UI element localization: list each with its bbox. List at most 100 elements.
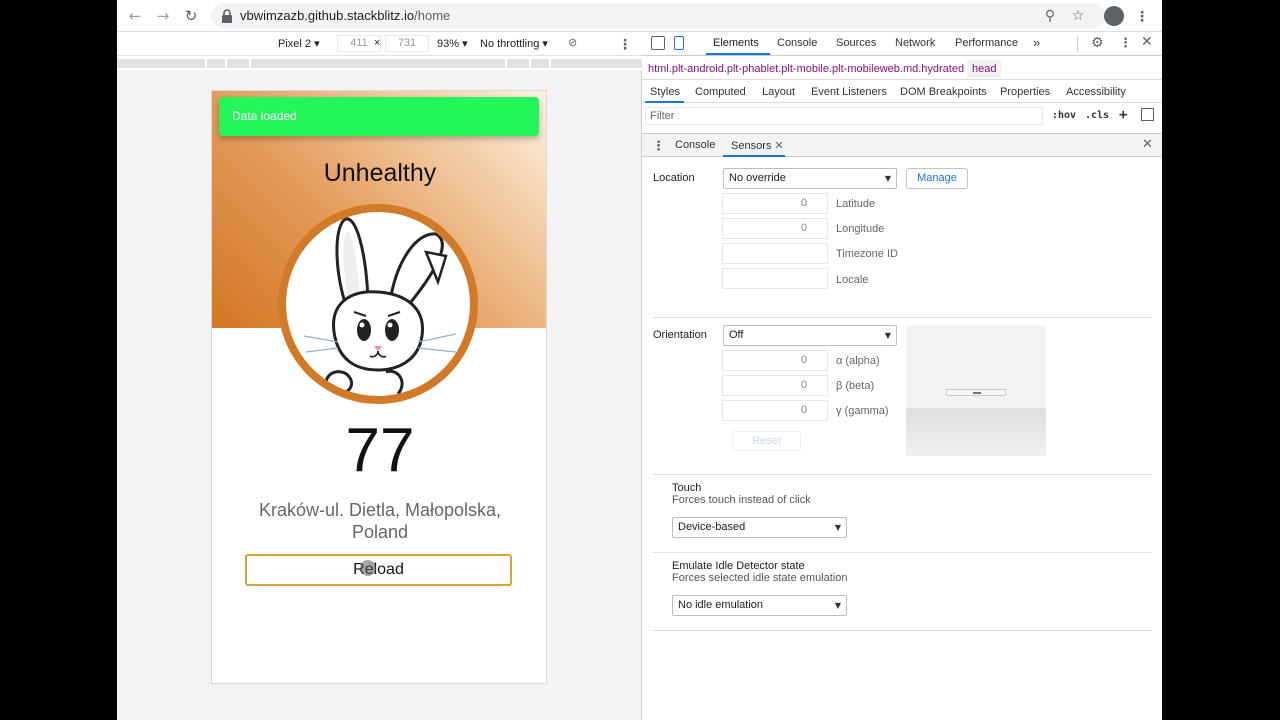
lock-icon: [222, 9, 232, 23]
idle-state-select-value: No idle emulation: [678, 599, 763, 611]
chrome-menu-icon[interactable]: ⋮: [1135, 7, 1149, 25]
active-subtab-indicator: [645, 101, 684, 103]
toggle-sidebar-icon[interactable]: [1141, 108, 1154, 121]
emulated-phone-screen: Data loaded Unhealthy 77 Kraków-ul. Diet…: [211, 90, 547, 684]
air-quality-status: Unhealthy: [323, 159, 437, 187]
settings-gear-icon[interactable]: ⚙: [1091, 35, 1104, 51]
breadcrumb-head[interactable]: head: [967, 60, 1002, 78]
tab-console[interactable]: Console: [777, 37, 817, 49]
gamma-label: γ (gamma): [836, 405, 889, 417]
orientation-reset-button[interactable]: Reset: [732, 431, 801, 451]
alpha-label: α (alpha): [836, 355, 880, 367]
beta-input[interactable]: 0: [722, 375, 828, 396]
inspect-element-icon[interactable]: [651, 36, 665, 50]
devtools-menu-icon[interactable]: ⋮: [1119, 35, 1132, 51]
touch-cursor: [360, 560, 376, 576]
breadcrumb-html[interactable]: html.plt-android.plt-phablet.plt-mobile.…: [648, 63, 964, 75]
zoom-value: 93%: [437, 38, 460, 50]
section-divider: [653, 317, 1152, 318]
device-toolbar: Pixel 2 ▾ 411 × 731 93% ▾ No throttling …: [117, 32, 642, 56]
device-select[interactable]: Pixel 2 ▾: [278, 37, 320, 50]
subtab-event-listeners[interactable]: Event Listeners: [811, 86, 887, 98]
latitude-input[interactable]: 0: [722, 193, 828, 214]
back-arrow-icon[interactable]: ←: [125, 6, 145, 26]
throttling-select[interactable]: No throttling ▾: [480, 37, 548, 50]
close-sensors-icon[interactable]: ✕: [774, 139, 783, 152]
dimension-separator: ×: [374, 37, 381, 49]
orientation-label: Orientation: [653, 329, 707, 341]
drawer-tab-console[interactable]: Console: [675, 139, 715, 151]
forward-arrow-icon[interactable]: →: [153, 6, 173, 26]
dropdown-caret-icon: ▼: [834, 523, 841, 532]
station-location: Kraków-ul. Dietla, Małopolska, Poland: [258, 500, 502, 542]
idle-detector-title: Emulate Idle Detector state: [672, 560, 805, 572]
dropdown-caret-icon: ▼: [884, 331, 891, 340]
drawer-tab-sensors[interactable]: Sensors ✕: [731, 139, 784, 152]
idle-detector-description: Forces selected idle state emulation: [672, 572, 848, 584]
more-tabs-icon[interactable]: »: [1033, 35, 1040, 50]
subtab-layout[interactable]: Layout: [762, 86, 795, 98]
zoom-select[interactable]: 93% ▾: [437, 37, 468, 50]
bunny-illustration: [303, 217, 457, 396]
location-pin-icon[interactable]: ⚲: [1042, 8, 1058, 24]
timezone-input[interactable]: [722, 243, 828, 264]
longitude-input[interactable]: 0: [722, 218, 828, 239]
data-loaded-toast: Data loaded: [219, 97, 539, 136]
subtab-computed[interactable]: Computed: [695, 86, 746, 98]
url-text: vbwimzazb.github.stackblitz.io/home: [240, 8, 450, 23]
touch-select[interactable]: Device-based ▼: [672, 517, 847, 538]
tab-elements[interactable]: Elements: [713, 37, 759, 49]
timezone-label: Timezone ID: [836, 248, 898, 260]
alpha-input[interactable]: 0: [722, 350, 828, 371]
address-bar[interactable]: vbwimzazb.github.stackblitz.io/home ⚲ ☆: [211, 3, 1105, 29]
profile-avatar-icon[interactable]: [1104, 6, 1124, 26]
idle-state-select[interactable]: No idle emulation ▼: [672, 595, 847, 616]
active-drawer-tab-indicator: [723, 155, 785, 157]
location-label: Location: [653, 172, 695, 184]
bookmark-star-icon[interactable]: ☆: [1070, 8, 1086, 24]
browser-window: ← → ↻ vbwimzazb.github.stackblitz.io/hom…: [117, 0, 1162, 720]
latitude-label: Latitude: [836, 198, 876, 210]
media-query-ruler[interactable]: [117, 56, 642, 70]
section-divider: [653, 474, 1152, 475]
styles-filter-bar: Filter :hov .cls +: [642, 104, 1162, 128]
device-toolbar-menu-icon[interactable]: ⋮: [618, 35, 632, 53]
elements-subtabs: Styles Computed Layout Event Listeners D…: [642, 81, 1162, 103]
subtab-properties[interactable]: Properties: [1000, 86, 1050, 98]
subtab-dom-breakpoints[interactable]: DOM Breakpoints: [900, 86, 987, 98]
subtab-accessibility[interactable]: Accessibility: [1066, 86, 1126, 98]
gamma-input[interactable]: 0: [722, 400, 828, 421]
tab-network[interactable]: Network: [895, 37, 935, 49]
tab-sources[interactable]: Sources: [836, 37, 876, 49]
tab-performance[interactable]: Performance: [955, 37, 1018, 49]
url-path: /home: [414, 8, 451, 23]
hov-button[interactable]: :hov: [1052, 110, 1076, 121]
aqi-value: 77: [345, 416, 415, 485]
manage-locations-button[interactable]: Manage: [906, 168, 968, 189]
locale-label: Locale: [836, 274, 869, 286]
styles-filter-input[interactable]: Filter: [645, 107, 1043, 125]
orientation-select[interactable]: Off ▼: [723, 325, 897, 346]
close-drawer-icon[interactable]: ✕: [1142, 137, 1153, 152]
reload-icon[interactable]: ↻: [181, 6, 201, 26]
orientation-floor: [906, 408, 1046, 456]
device-name: Pixel 2: [278, 38, 312, 50]
location-select[interactable]: No override ▼: [723, 168, 897, 189]
orientation-device-model: [946, 389, 1006, 396]
drawer-menu-icon[interactable]: ⋮: [652, 138, 665, 154]
device-toggle-icon[interactable]: [674, 36, 684, 50]
devtools-panel: Elements Console Sources Network Perform…: [642, 32, 1162, 720]
longitude-label: Longitude: [836, 223, 885, 235]
drawer-tab-sensors-label: Sensors: [731, 140, 772, 152]
dropdown-caret-icon: ▼: [884, 174, 891, 183]
locale-input[interactable]: [722, 268, 828, 289]
close-devtools-icon[interactable]: ✕: [1141, 34, 1153, 50]
height-input[interactable]: 731: [385, 35, 429, 52]
rotate-icon[interactable]: ⊘: [568, 36, 577, 49]
reload-button[interactable]: Reload: [245, 554, 512, 586]
devtools-main-tabs: Elements Console Sources Network Perform…: [642, 32, 1162, 56]
new-rule-plus-icon[interactable]: +: [1119, 107, 1127, 123]
cls-button[interactable]: .cls: [1085, 110, 1109, 121]
orientation-preview[interactable]: [906, 325, 1046, 456]
subtab-styles[interactable]: Styles: [650, 86, 680, 98]
